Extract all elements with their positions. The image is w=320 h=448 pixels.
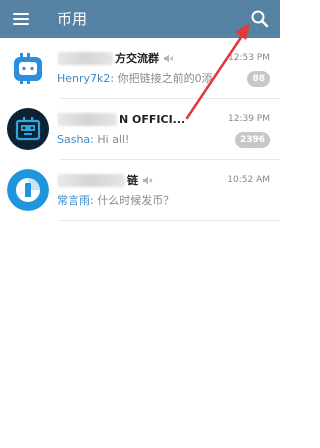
search-button[interactable] bbox=[248, 7, 272, 31]
message-preview: Henry7k2: 你把链接之前的0添 bbox=[57, 71, 247, 87]
preview-sender: Henry7k2: bbox=[57, 72, 115, 85]
bitcoin-chat-logo-icon bbox=[7, 47, 49, 89]
preview-text: Hi all! bbox=[93, 133, 130, 146]
chat-name: N OFFICI... bbox=[119, 113, 186, 126]
chat-time: 10:52 AM bbox=[227, 175, 270, 185]
chat-name: 方交流群 bbox=[115, 52, 159, 65]
blue-circle-logo-icon bbox=[7, 169, 49, 211]
chat-time: 12:39 PM bbox=[228, 114, 270, 124]
preview-sender: 常言雨: bbox=[57, 194, 94, 207]
chat-time: 12:53 PM bbox=[228, 53, 270, 63]
unread-badge: 2396 bbox=[234, 132, 270, 148]
message-preview: Sasha: Hi all! bbox=[57, 132, 247, 148]
hamburger-menu-icon bbox=[13, 13, 29, 15]
muted-speaker-icon bbox=[164, 54, 174, 63]
avatar bbox=[7, 47, 49, 89]
menu-button[interactable] bbox=[8, 8, 34, 30]
avatar bbox=[7, 169, 49, 211]
avatar bbox=[7, 108, 49, 150]
preview-text: 什么时候发币？ bbox=[93, 194, 175, 207]
chat-list: 方交流群 12:53 PM Henry7k2: 你把链接之前的0添 88 N O… bbox=[0, 38, 280, 221]
chat-name: 链 bbox=[127, 174, 138, 187]
chat-row[interactable]: 方交流群 12:53 PM Henry7k2: 你把链接之前的0添 88 bbox=[0, 38, 280, 99]
blue-robot-logo-icon bbox=[7, 108, 49, 150]
redacted-name bbox=[57, 52, 113, 65]
divider bbox=[60, 220, 280, 221]
app-header: 币用 bbox=[0, 0, 280, 38]
chat-row[interactable]: N OFFICI... 12:39 PM Sasha: Hi all! 2396 bbox=[0, 99, 280, 160]
muted-speaker-icon bbox=[143, 176, 153, 185]
page-title: 币用 bbox=[57, 10, 88, 28]
redacted-name bbox=[57, 174, 125, 187]
message-preview: 常言雨: 什么时候发币？ bbox=[57, 193, 247, 209]
unread-badge: 88 bbox=[247, 71, 270, 87]
chat-row[interactable]: 链 10:52 AM 常言雨: 什么时候发币？ bbox=[0, 160, 280, 221]
preview-text: 你把链接之前的0添 bbox=[114, 72, 213, 85]
search-icon bbox=[251, 10, 269, 28]
preview-sender: Sasha: bbox=[57, 133, 94, 146]
redacted-name bbox=[57, 113, 117, 126]
